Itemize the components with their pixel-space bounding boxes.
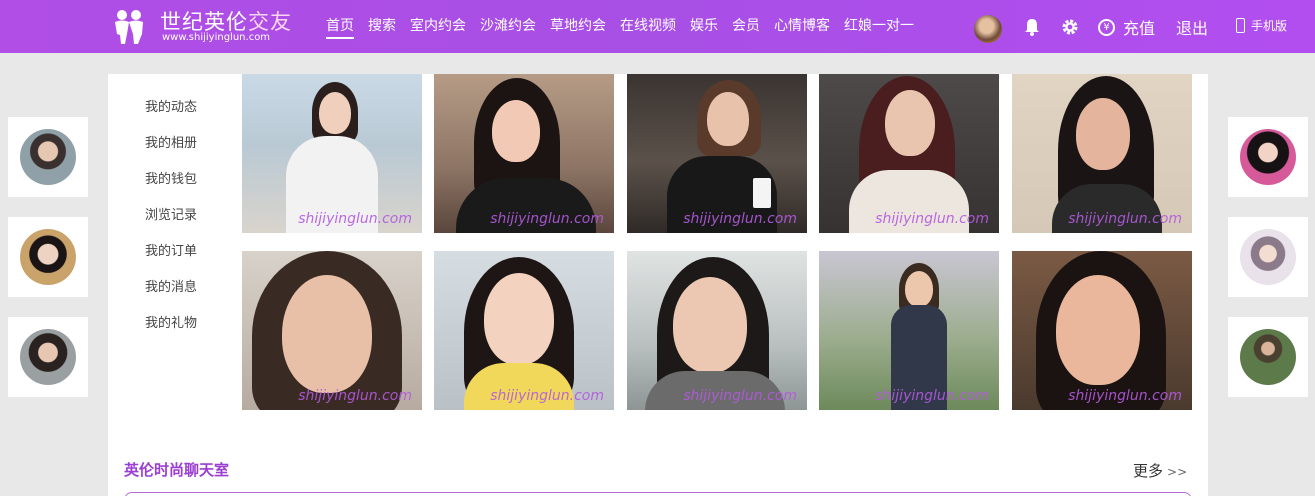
menu-my-messages[interactable]: 我的消息 <box>145 276 197 295</box>
logout-button[interactable]: 退出 <box>1176 15 1208 39</box>
watermark: shijiyinglun.com <box>875 211 989 227</box>
nav-search[interactable]: 搜索 <box>368 15 396 39</box>
chatroom-panel-border <box>124 492 1192 496</box>
watermark: shijiyinglun.com <box>683 211 797 227</box>
menu-my-album[interactable]: 我的相册 <box>145 132 197 151</box>
member-photo[interactable]: shijiyinglun.com <box>434 251 614 410</box>
floating-member-avatar[interactable] <box>8 317 88 397</box>
double-arrow-icon: >> <box>1167 465 1188 479</box>
member-photo[interactable]: shijiyinglun.com <box>627 251 807 410</box>
chatroom-more-link[interactable]: 更多 >> <box>1133 460 1187 481</box>
watermark: shijiyinglun.com <box>298 211 412 227</box>
mobile-version-link[interactable]: 手机版 <box>1236 17 1287 34</box>
floating-member-avatar[interactable] <box>1228 117 1308 197</box>
couple-logo-icon <box>115 10 143 44</box>
site-logo[interactable]: 世纪英伦交友 www.shijiyinglun.com <box>112 6 312 46</box>
nav-entertainment[interactable]: 娱乐 <box>690 15 718 39</box>
nav-membership[interactable]: 会员 <box>732 15 760 39</box>
watermark: shijiyinglun.com <box>683 388 797 404</box>
member-photo[interactable]: shijiyinglun.com <box>1012 251 1192 410</box>
gear-icon[interactable] <box>1060 17 1080 37</box>
watermark: shijiyinglun.com <box>1068 388 1182 404</box>
avatar <box>20 129 76 185</box>
member-photo[interactable]: shijiyinglun.com <box>627 74 807 233</box>
nav-home[interactable]: 首页 <box>326 15 354 39</box>
nav-indoor-date[interactable]: 室内约会 <box>410 15 466 39</box>
top-navigation-bar: 世纪英伦交友 www.shijiyinglun.com 首页 搜索 室内约会 沙… <box>0 0 1315 53</box>
menu-my-wallet[interactable]: 我的钱包 <box>145 168 197 187</box>
watermark: shijiyinglun.com <box>298 388 412 404</box>
member-photo[interactable]: shijiyinglun.com <box>434 74 614 233</box>
member-photo[interactable]: shijiyinglun.com <box>819 251 999 410</box>
avatar <box>1240 329 1296 385</box>
floating-member-avatar[interactable] <box>8 217 88 297</box>
member-photo[interactable]: shijiyinglun.com <box>1012 74 1192 233</box>
bell-icon[interactable] <box>1022 17 1042 37</box>
phone-icon <box>1236 18 1245 33</box>
mobile-version-label: 手机版 <box>1251 19 1288 33</box>
logo-url: www.shijiyinglun.com <box>162 32 271 43</box>
watermark: shijiyinglun.com <box>490 211 604 227</box>
recharge-label: 充值 <box>1123 19 1156 38</box>
member-photo[interactable]: shijiyinglun.com <box>242 74 422 233</box>
avatar <box>1240 229 1296 285</box>
nav-beach-date[interactable]: 沙滩约会 <box>480 15 536 39</box>
nav-mood-blog[interactable]: 心情博客 <box>774 15 830 39</box>
floating-member-avatar[interactable] <box>1228 217 1308 297</box>
chatroom-title: 英伦时尚聊天室 <box>124 461 230 479</box>
nav-matchmaker[interactable]: 红娘一对一 <box>844 15 914 39</box>
nav-online-video[interactable]: 在线视频 <box>620 15 676 39</box>
user-avatar[interactable] <box>974 15 1002 43</box>
menu-my-activity[interactable]: 我的动态 <box>145 96 197 115</box>
floating-member-avatar[interactable] <box>8 117 88 197</box>
main-nav: 首页 搜索 室内约会 沙滩约会 草地约会 在线视频 娱乐 会员 心情博客 红娘一… <box>326 15 928 39</box>
menu-browse-history[interactable]: 浏览记录 <box>145 204 197 223</box>
watermark: shijiyinglun.com <box>1068 211 1182 227</box>
recharge-button[interactable]: ¥ 充值 <box>1098 15 1155 39</box>
avatar <box>20 229 76 285</box>
avatar <box>1240 129 1296 185</box>
menu-my-orders[interactable]: 我的订单 <box>145 240 197 259</box>
watermark: shijiyinglun.com <box>490 388 604 404</box>
menu-my-gifts[interactable]: 我的礼物 <box>145 312 197 331</box>
more-label: 更多 <box>1133 462 1164 480</box>
floating-member-avatar[interactable] <box>1228 317 1308 397</box>
yen-icon: ¥ <box>1098 18 1115 36</box>
watermark: shijiyinglun.com <box>875 388 989 404</box>
avatar <box>20 329 76 385</box>
member-photo[interactable]: shijiyinglun.com <box>242 251 422 410</box>
member-photo[interactable]: shijiyinglun.com <box>819 74 999 233</box>
nav-lawn-date[interactable]: 草地约会 <box>550 15 606 39</box>
